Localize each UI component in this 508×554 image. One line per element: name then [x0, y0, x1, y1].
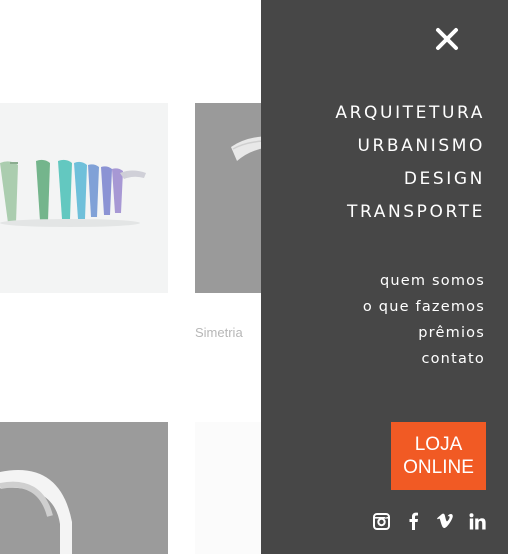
- social-links: [372, 512, 486, 530]
- project-caption[interactable]: Simetria: [195, 325, 243, 340]
- faucets-image: [0, 103, 168, 293]
- primary-nav: ARQUITETURA URBANISMO DESIGN TRANSPORTE: [335, 97, 485, 229]
- product-image-ring: [0, 422, 168, 554]
- vimeo-icon[interactable]: [436, 512, 454, 530]
- nav-item-arquitetura[interactable]: ARQUITETURA: [335, 97, 485, 130]
- facebook-icon[interactable]: [404, 512, 422, 530]
- nav-item-quem-somos[interactable]: quem somos: [363, 268, 485, 294]
- nav-item-o-que-fazemos[interactable]: o que fazemos: [363, 294, 485, 320]
- linkedin-icon[interactable]: [468, 512, 486, 530]
- close-button[interactable]: [434, 26, 460, 52]
- online-store-button[interactable]: LOJA ONLINE: [391, 422, 486, 490]
- nav-item-contato[interactable]: contato: [363, 346, 485, 372]
- secondary-nav: quem somos o que fazemos prêmios contato: [363, 268, 485, 372]
- shop-label-line2: ONLINE: [403, 457, 474, 478]
- nav-item-design[interactable]: DESIGN: [335, 163, 485, 196]
- project-thumbnail-faucets[interactable]: [0, 103, 168, 293]
- nav-item-transporte[interactable]: TRANSPORTE: [335, 196, 485, 229]
- instagram-icon[interactable]: [372, 512, 390, 530]
- shop-label-line1: LOJA: [414, 434, 463, 455]
- close-icon: [436, 28, 458, 50]
- project-thumbnail-bottom-left[interactable]: [0, 422, 168, 554]
- nav-item-premios[interactable]: prêmios: [363, 320, 485, 346]
- nav-item-urbanismo[interactable]: URBANISMO: [335, 130, 485, 163]
